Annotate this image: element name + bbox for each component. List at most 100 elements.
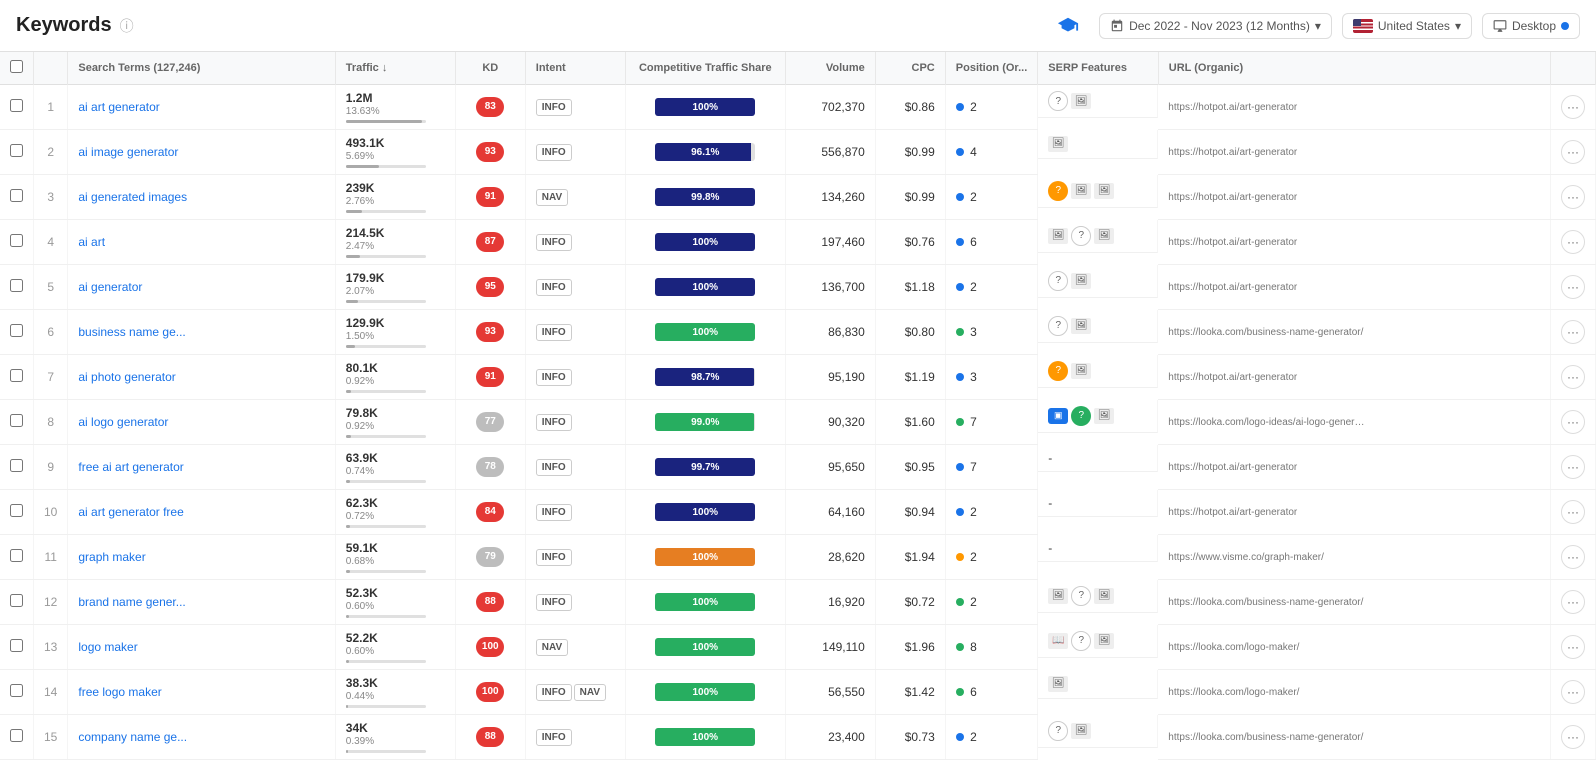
url-text: https://hotpot.ai/art-generator (1168, 147, 1368, 158)
cts-label: 100% (692, 233, 718, 251)
row-checkbox[interactable] (10, 459, 23, 472)
keyword-link[interactable]: ai photo generator (78, 370, 175, 384)
more-options-button[interactable]: ··· (1561, 590, 1585, 614)
keyword-cell: graph maker (68, 535, 335, 580)
intent-header[interactable]: Intent (525, 52, 625, 85)
more-options-button[interactable]: ··· (1561, 230, 1585, 254)
traffic-header[interactable]: Traffic ↓ (335, 52, 455, 85)
cpc-cell: $1.94 (875, 535, 945, 580)
row-number: 4 (34, 220, 68, 265)
volume-cell: 149,110 (785, 625, 875, 670)
serp-cell: ▣?🖼 (1038, 400, 1158, 433)
keyword-link[interactable]: graph maker (78, 550, 145, 564)
row-checkbox[interactable] (10, 144, 23, 157)
more-options-button[interactable]: ··· (1561, 320, 1585, 344)
keyword-link[interactable]: ai generated images (78, 190, 187, 204)
row-checkbox[interactable] (10, 729, 23, 742)
cpc-header[interactable]: CPC (875, 52, 945, 85)
serp-cell: 🖼?🖼 (1038, 580, 1158, 613)
traffic-mini-bar-fill (346, 525, 350, 528)
row-checkbox[interactable] (10, 549, 23, 562)
intent-badge: INFO (536, 99, 572, 116)
keyword-cell: ai photo generator (68, 355, 335, 400)
keyword-link[interactable]: ai art generator (78, 100, 159, 114)
intent-badge: INFO (536, 594, 572, 611)
cpc-cell: $0.86 (875, 85, 945, 130)
kd-badge: 95 (476, 277, 504, 297)
keyword-link[interactable]: ai image generator (78, 145, 178, 159)
row-checkbox[interactable] (10, 324, 23, 337)
keyword-link[interactable]: ai logo generator (78, 415, 168, 429)
row-number: 15 (34, 715, 68, 760)
kd-header[interactable]: KD (455, 52, 525, 85)
kd-cell: 100 (455, 625, 525, 670)
position-dot (956, 283, 964, 291)
cts-bar: 99.0% (655, 413, 755, 431)
position-value: 2 (970, 190, 977, 204)
traffic-percent: 5.69% (346, 151, 445, 162)
keyword-link[interactable]: business name ge... (78, 325, 185, 339)
row-checkbox-cell (0, 175, 34, 220)
position-header[interactable]: Position (Or... (945, 52, 1038, 85)
cts-cell: 100% (625, 580, 785, 625)
cts-cell: 100% (625, 535, 785, 580)
url-text: https://hotpot.ai/art-generator (1168, 462, 1368, 473)
keyword-link[interactable]: ai art (78, 235, 105, 249)
more-options-button[interactable]: ··· (1561, 365, 1585, 389)
traffic-mini-bar (346, 255, 426, 258)
search-terms-header[interactable]: Search Terms (127,246) (68, 52, 335, 85)
more-options-button[interactable]: ··· (1561, 500, 1585, 524)
device-selector[interactable]: Desktop (1482, 13, 1580, 39)
keyword-link[interactable]: free logo maker (78, 685, 161, 699)
intent-cell: INFO (525, 220, 625, 265)
tutorial-button[interactable] (1047, 10, 1089, 42)
more-options-button[interactable]: ··· (1561, 680, 1585, 704)
row-checkbox[interactable] (10, 414, 23, 427)
row-checkbox[interactable] (10, 684, 23, 697)
more-options-button[interactable]: ··· (1561, 545, 1585, 569)
row-checkbox[interactable] (10, 594, 23, 607)
row-checkbox-cell (0, 220, 34, 265)
date-range-button[interactable]: Dec 2022 - Nov 2023 (12 Months) ▾ (1099, 13, 1332, 39)
row-checkbox[interactable] (10, 234, 23, 247)
keyword-link[interactable]: free ai art generator (78, 460, 183, 474)
serp-question-icon: ? (1071, 586, 1091, 606)
row-checkbox[interactable] (10, 369, 23, 382)
more-options-button[interactable]: ··· (1561, 455, 1585, 479)
volume-cell: 556,870 (785, 130, 875, 175)
keyword-link[interactable]: ai art generator free (78, 505, 183, 519)
more-options-button[interactable]: ··· (1561, 185, 1585, 209)
row-checkbox[interactable] (10, 99, 23, 112)
row-checkbox[interactable] (10, 639, 23, 652)
keyword-link[interactable]: logo maker (78, 640, 137, 654)
traffic-mini-bar-fill (346, 570, 350, 573)
more-options-button[interactable]: ··· (1561, 725, 1585, 749)
traffic-mini-bar-fill (346, 660, 349, 663)
serp-cell: ?🖼 (1038, 355, 1158, 388)
traffic-cell: 129.9K 1.50% (335, 310, 455, 355)
country-chevron-icon: ▾ (1455, 19, 1461, 33)
more-options-button[interactable]: ··· (1561, 635, 1585, 659)
row-checkbox[interactable] (10, 504, 23, 517)
keyword-link[interactable]: brand name gener... (78, 595, 185, 609)
position-dot (956, 103, 964, 111)
cts-header[interactable]: Competitive Traffic Share (625, 52, 785, 85)
more-options-button[interactable]: ··· (1561, 275, 1585, 299)
keyword-link[interactable]: ai generator (78, 280, 142, 294)
actions-cell: ··· (1551, 310, 1596, 355)
serp-image-icon: 🖼 (1071, 93, 1091, 109)
keyword-link[interactable]: company name ge... (78, 730, 187, 744)
row-checkbox[interactable] (10, 189, 23, 202)
serp-image-icon: 🖼 (1094, 228, 1114, 244)
select-all-checkbox[interactable] (10, 60, 23, 73)
more-options-button[interactable]: ··· (1561, 95, 1585, 119)
country-selector[interactable]: United States ▾ (1342, 13, 1472, 39)
position-value: 2 (970, 730, 977, 744)
more-options-button[interactable]: ··· (1561, 140, 1585, 164)
volume-header[interactable]: Volume (785, 52, 875, 85)
more-options-button[interactable]: ··· (1561, 410, 1585, 434)
position-cell: 2 (945, 715, 1038, 760)
kd-badge: 88 (476, 592, 504, 612)
serp-question-icon: ? (1048, 316, 1068, 336)
row-checkbox[interactable] (10, 279, 23, 292)
